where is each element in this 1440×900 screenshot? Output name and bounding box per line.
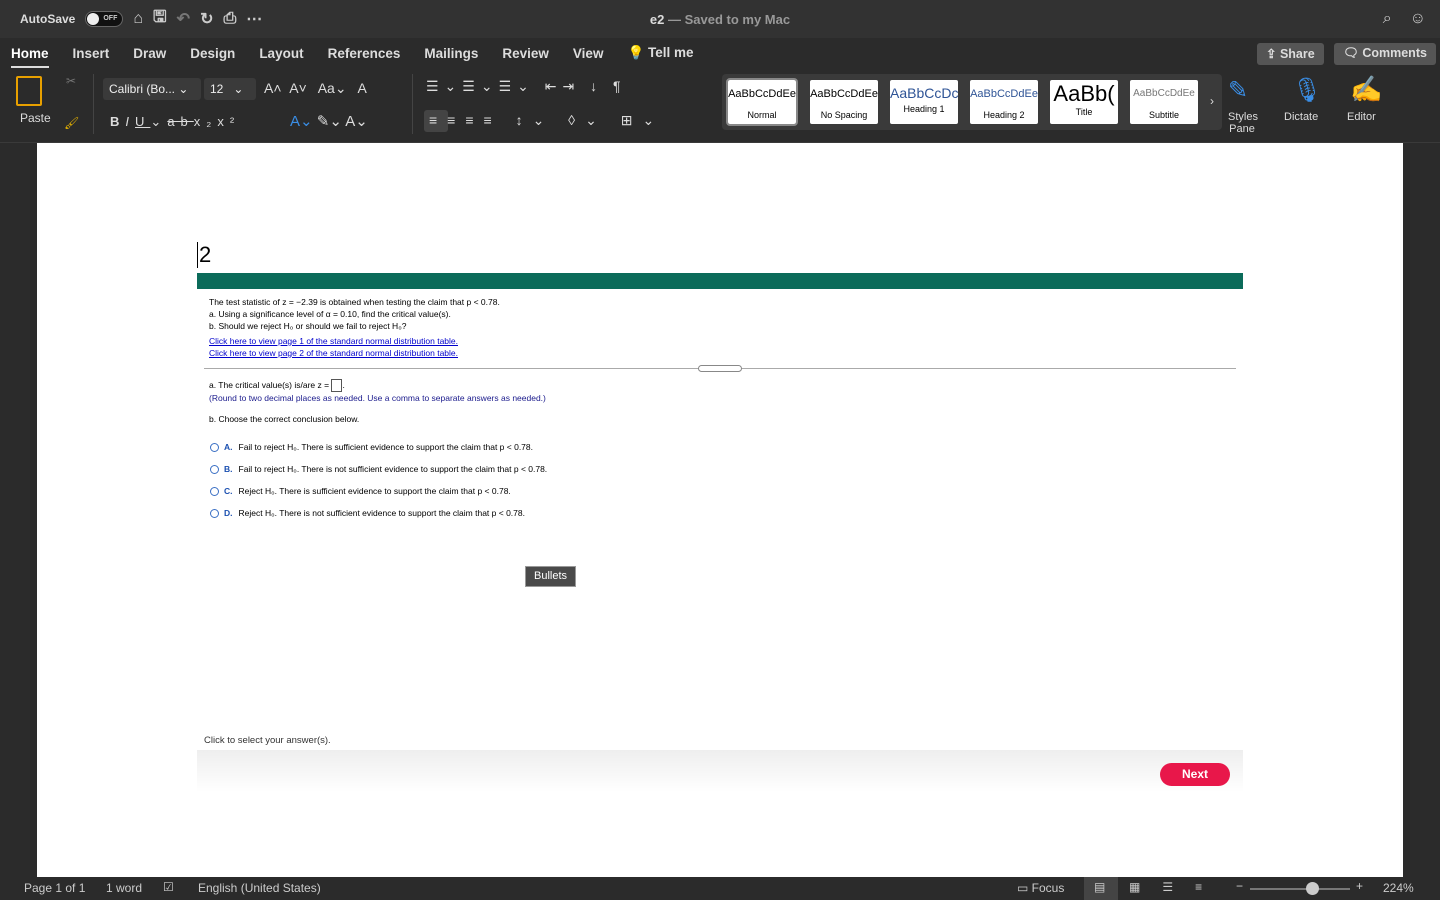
undo-icon[interactable]: ↶ <box>177 9 190 29</box>
text-effects-icon[interactable]: A⌄ ✎⌄ A⌄ <box>290 112 368 130</box>
editor-icon[interactable]: ✍ <box>1350 74 1382 105</box>
autosave-label: AutoSave <box>20 12 76 26</box>
editor-button[interactable]: Editor <box>1347 111 1376 123</box>
footer-text: Click to select your answer(s). <box>204 735 331 746</box>
tab-references[interactable]: References <box>328 42 401 65</box>
format-painter-icon[interactable]: 🖌 <box>64 116 79 130</box>
smiley-icon[interactable]: ☺ <box>1410 10 1426 28</box>
question-part-a: a. Using a significance level of α = 0.1… <box>209 309 451 319</box>
home-icon[interactable]: ⌂ <box>133 10 143 28</box>
page-count[interactable]: Page 1 of 1 <box>24 881 85 895</box>
font-name-select[interactable]: Calibri (Bo... ⌄ <box>103 78 201 100</box>
redo-icon[interactable]: ↻ <box>200 9 213 29</box>
style-heading-1[interactable]: AaBbCcDc Heading 1 <box>890 80 958 124</box>
style-title[interactable]: AaBb(Title <box>1050 80 1118 124</box>
grow-font-icon[interactable]: A˄ A˅ Aa⌄ A <box>264 80 367 97</box>
style-subtitle[interactable]: AaBbCcDdEe Subtitle <box>1130 80 1198 124</box>
hint-text: (Round to two decimal places as needed. … <box>209 393 546 403</box>
tab-layout[interactable]: Layout <box>259 42 303 65</box>
dictate-button[interactable]: Dictate <box>1284 111 1318 123</box>
answer-a-label: a. The critical value(s) is/are z = <box>209 379 330 390</box>
option-b[interactable]: B. Fail to reject H₀. There is not suffic… <box>210 464 547 475</box>
save-icon[interactable]: 🖫 <box>153 6 167 33</box>
radio-icon[interactable] <box>210 443 219 453</box>
ribbon: Paste ✂ 🖌 Calibri (Bo... ⌄ 12 ⌄ A˄ A˅ Aa… <box>0 68 1440 143</box>
focus-button[interactable]: ▭ Focus <box>1017 881 1064 895</box>
document-text[interactable]: 2 <box>197 242 211 268</box>
teal-banner <box>197 273 1243 289</box>
zoom-in-button[interactable]: + <box>1356 879 1363 893</box>
radio-icon[interactable] <box>210 509 219 519</box>
styles-more-chevron-icon[interactable]: › <box>1210 94 1214 108</box>
tab-home[interactable]: Home <box>11 42 49 68</box>
styles-pane-button[interactable]: Styles Pane <box>1228 111 1258 135</box>
styles-gallery: AaBbCcDdEe Normal AaBbCcDdEe No Spacing Aa… <box>722 74 1222 130</box>
style-normal[interactable]: AaBbCcDdEe Normal <box>726 78 798 126</box>
zoom-out-button[interactable]: − <box>1236 879 1243 893</box>
paste-button[interactable]: Paste <box>20 111 51 125</box>
footer-bar <box>197 750 1243 792</box>
autosave-toggle[interactable]: OFF <box>85 11 124 27</box>
language[interactable]: English (United States) <box>198 881 321 895</box>
more-icon[interactable]: ⋯ <box>246 9 262 29</box>
share-button[interactable]: ⇪ Share <box>1257 43 1324 65</box>
title-bar: AutoSave OFF ⌂ 🖫 ↶ ↻ ⎙ ⋯ e2 — Saved to m… <box>0 0 1440 38</box>
paste-icon[interactable] <box>16 76 42 106</box>
zoom-slider[interactable] <box>1250 888 1350 890</box>
critical-value-input[interactable] <box>331 379 343 392</box>
proofing-icon[interactable]: ☑ <box>163 880 174 894</box>
radio-icon[interactable] <box>210 487 219 497</box>
tab-insert[interactable]: Insert <box>73 42 110 65</box>
style-no-spacing[interactable]: AaBbCcDdEe No Spacing <box>810 80 878 124</box>
view-icons[interactable]: ▦☰≡ <box>1129 880 1224 894</box>
option-d[interactable]: D. Reject H₀. There is not sufficient evi… <box>210 508 525 519</box>
tab-draw[interactable]: Draw <box>133 42 166 65</box>
cut-icon[interactable]: ✂ <box>66 74 76 88</box>
option-a[interactable]: A. Fail to reject H₀. There is sufficient… <box>210 442 533 453</box>
radio-icon[interactable] <box>210 465 219 475</box>
resize-handle[interactable] <box>698 365 742 372</box>
align-buttons[interactable]: ≡≡≡≡ ↕⌄ ◊⌄ ⊞⌄ <box>429 112 664 129</box>
zoom-slider-handle[interactable] <box>1306 882 1319 895</box>
option-c[interactable]: C. Reject H₀. There is sufficient evidenc… <box>210 486 511 497</box>
tab-design[interactable]: Design <box>190 42 235 65</box>
search-icon[interactable]: ⌕ <box>1383 10 1392 28</box>
question-text: The test statistic of z = −2.39 is obtai… <box>209 297 500 307</box>
tab-mailings[interactable]: Mailings <box>424 42 478 65</box>
word-count[interactable]: 1 word <box>106 881 142 895</box>
print-layout-icon: ▤ <box>1094 880 1106 894</box>
next-button[interactable]: Next <box>1160 763 1230 786</box>
style-heading-2[interactable]: AaBbCcDdEe Heading 2 <box>970 80 1038 124</box>
status-bar: Page 1 of 1 1 word ☑ English (United Sta… <box>0 877 1440 900</box>
table-page-1-link[interactable]: Click here to view page 1 of the standar… <box>209 336 458 346</box>
list-buttons[interactable]: ☰⌄☰⌄☰⌄ ⇤⇥ ↓ ¶ <box>426 78 627 95</box>
table-page-2-link[interactable]: Click here to view page 2 of the standar… <box>209 348 458 358</box>
print-icon[interactable]: ⎙ <box>223 10 236 28</box>
tooltip: Bullets <box>525 566 576 587</box>
styles-pane-icon[interactable]: ✎ <box>1228 76 1248 105</box>
comments-button[interactable]: 🗨 Comments <box>1334 43 1436 65</box>
format-buttons[interactable]: BIU⌄abx₂x² <box>110 114 240 130</box>
tab-review[interactable]: Review <box>502 42 549 65</box>
font-size-select[interactable]: 12 ⌄ <box>204 78 256 100</box>
ribbon-tabs: Home Insert Draw Design Layout Reference… <box>0 38 1440 68</box>
tab-view[interactable]: View <box>573 42 604 65</box>
zoom-level[interactable]: 224% <box>1383 881 1414 895</box>
answer-b-label: b. Choose the correct conclusion below. <box>209 414 360 424</box>
tell-me[interactable]: 💡 Tell me <box>627 41 693 65</box>
microphone-icon[interactable]: 🎙 <box>1292 76 1322 105</box>
question-part-b: b. Should we reject H₀ or should we fail… <box>209 321 407 331</box>
